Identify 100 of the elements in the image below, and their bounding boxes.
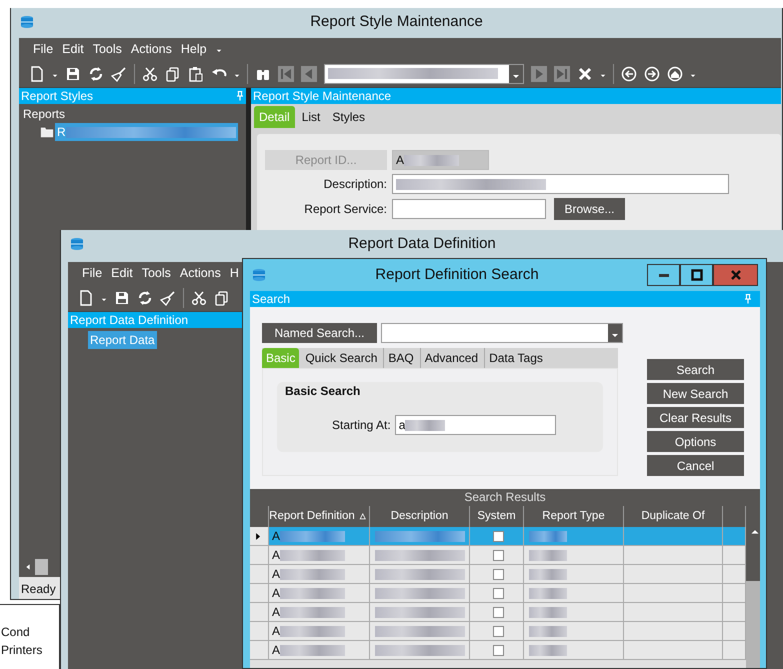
close-icon [730,269,742,281]
blurred-text [529,568,567,580]
action-button[interactable]: Options [647,431,744,452]
column-header[interactable]: Description [370,506,470,527]
copy-icon[interactable] [165,66,181,82]
save-icon[interactable] [114,290,130,306]
field-value: A [396,152,404,169]
app-icon [69,236,85,252]
action-button[interactable]: Search [647,359,744,380]
checkbox[interactable] [492,530,504,542]
scissors-icon[interactable] [191,290,207,306]
menu-item[interactable]: File [33,40,54,58]
checkbox[interactable] [492,550,504,560]
minimize-icon [658,274,668,276]
column-header[interactable]: Report Type [524,506,624,527]
save-icon[interactable] [65,66,81,82]
browse-button[interactable]: Browse... [554,198,625,220]
menu-item[interactable]: Edit [111,264,133,282]
scroll-left-icon[interactable] [25,563,31,571]
window-title: Report Style Maintenance [309,12,484,32]
table-cell [723,584,746,603]
blurred-text [280,550,346,560]
menu-item[interactable]: Edit [62,40,84,58]
named-search-button[interactable]: Named Search... [262,323,377,343]
blurred-text [280,606,346,618]
results-title: Search Results [250,489,760,506]
group-title: Basic Search [285,383,362,400]
blurred-text [529,644,567,656]
broom-icon[interactable] [111,66,127,82]
scrollbar-thumb[interactable] [746,539,760,581]
blurred-text [404,154,460,166]
app-icon [19,14,35,30]
action-button[interactable]: Cancel [647,455,744,476]
tab[interactable]: List [296,106,326,128]
refresh-icon[interactable] [137,290,153,306]
checkbox[interactable] [492,568,504,580]
menu-item[interactable]: Actions [180,264,221,282]
table-cell [723,603,746,622]
back-icon[interactable] [621,66,637,82]
copy-icon[interactable] [214,290,230,306]
menu-item[interactable]: Help [180,40,207,58]
description-field[interactable] [392,174,729,194]
blurred-text [280,588,346,598]
menu-item[interactable]: File [82,264,102,282]
column-header[interactable]: Report Definition [269,506,370,527]
window-title: Report Data Definition [347,234,497,254]
vertical-scrollbar[interactable] [746,506,760,668]
action-button[interactable]: Clear Results [647,407,744,428]
blurred-text [280,644,346,656]
blurred-text [529,550,567,560]
column-header[interactable]: Duplicate Of [624,506,723,527]
maximize-button[interactable] [680,264,713,286]
blurred-text [529,626,567,636]
checkbox[interactable] [492,588,504,598]
menu-item[interactable]: Tools [142,264,171,282]
cell-text: A [272,566,280,583]
tree-item[interactable]: Reports [21,105,68,123]
row-header[interactable] [250,527,269,546]
column-header[interactable]: System [470,506,524,527]
close-icon[interactable] [577,66,593,82]
menu-item[interactable]: H [230,264,239,282]
forward-icon[interactable] [644,66,660,82]
starting-at-field[interactable]: a [394,415,556,435]
report-service-field[interactable] [392,199,546,219]
checkbox[interactable] [492,606,504,618]
status-text: Ready [21,582,56,596]
checkbox[interactable] [492,644,504,656]
action-button[interactable]: New Search [647,383,744,404]
minimize-button[interactable] [647,264,680,286]
blurred-text [280,530,346,542]
scissors-icon[interactable] [142,66,158,82]
app-icon [251,267,267,283]
scrollbar-thumb[interactable] [35,559,48,575]
blurred-text [280,626,346,636]
tab[interactable]: Styles [327,106,370,128]
cell-text: A [272,623,280,640]
panel-title: Report Styles [21,88,94,104]
paste-icon[interactable] [188,66,204,82]
cell-text: A [272,547,280,564]
named-search-combobox[interactable] [381,323,623,343]
home-icon[interactable] [667,66,683,82]
tab[interactable]: Quick Search [301,348,382,368]
cell-text: A [272,528,280,545]
list-item: Cond [1,624,31,641]
record-combobox[interactable] [324,64,524,84]
panel-title: Report Data Definition [70,312,188,328]
blurred-text [529,606,567,618]
panel-title: Search [252,291,290,307]
close-button[interactable] [713,264,758,286]
checkbox[interactable] [492,626,504,636]
blurred-text [529,530,567,542]
field-label: Starting At: [332,417,391,434]
new-page-icon[interactable] [78,290,94,306]
menu-item[interactable]: Tools [92,40,122,58]
table-cell [723,565,746,584]
refresh-icon[interactable] [88,66,104,82]
menu-item[interactable]: Actions [130,40,172,58]
new-page-icon[interactable] [29,66,45,82]
broom-icon[interactable] [160,290,176,306]
sort-icon [358,512,369,522]
